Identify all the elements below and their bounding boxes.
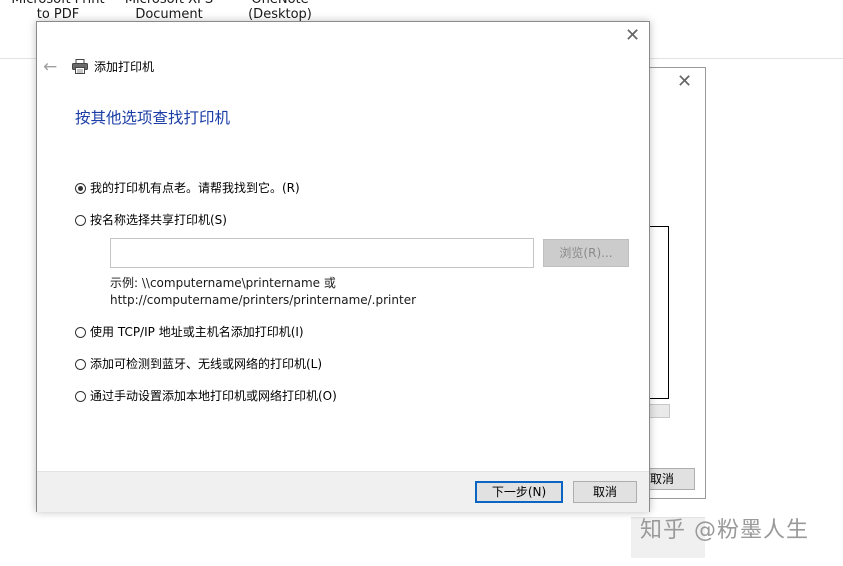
background-dialog-close-icon[interactable]: ✕ [677, 72, 692, 92]
browse-button[interactable]: 浏览(R)... [543, 239, 629, 267]
option-select-shared-printer[interactable]: 按名称选择共享打印机(S) [75, 212, 227, 228]
printer-icon [72, 59, 88, 78]
background-dialog-scrollbar [649, 404, 670, 418]
back-arrow-icon[interactable]: ← [43, 58, 57, 76]
radio-button-selected[interactable] [75, 182, 86, 194]
add-printer-dialog: ✕ ← 添加打印机 按其他选项查找打印机 我的打印机有点老。请帮我找到它。(R)… [36, 21, 650, 512]
cancel-button[interactable]: 取消 [573, 481, 637, 503]
radio-button[interactable] [75, 358, 86, 370]
printer-label-xps-document[interactable]: Microsoft XPS Document [120, 0, 218, 22]
radio-button[interactable] [75, 214, 86, 226]
option-label: 使用 TCP/IP 地址或主机名添加打印机(I) [90, 325, 304, 339]
printer-label-onenote[interactable]: OneNote (Desktop) [240, 0, 320, 22]
background-dialog-panel [649, 226, 669, 399]
option-add-by-tcpip[interactable]: 使用 TCP/IP 地址或主机名添加打印机(I) [75, 324, 304, 340]
example-text: 示例: \\computername\printername 或 http://… [110, 275, 416, 309]
radio-button[interactable] [75, 390, 86, 402]
example-line-1: 示例: \\computername\printername 或 [110, 276, 336, 290]
option-add-bluetooth-wireless-network[interactable]: 添加可检测到蓝牙、无线或网络的打印机(L) [75, 356, 322, 372]
shared-printer-name-input[interactable] [110, 238, 534, 268]
next-button[interactable]: 下一步(N) [475, 481, 563, 503]
printer-label-print-to-pdf[interactable]: Microsoft Print to PDF [10, 0, 106, 22]
option-label: 添加可检测到蓝牙、无线或网络的打印机(L) [90, 357, 323, 371]
option-printer-is-old[interactable]: 我的打印机有点老。请帮我找到它。(R) [75, 180, 300, 196]
option-label: 按名称选择共享打印机(S) [90, 213, 227, 227]
option-label: 通过手动设置添加本地打印机或网络打印机(O) [90, 389, 337, 403]
option-add-local-manual[interactable]: 通过手动设置添加本地打印机或网络打印机(O) [75, 388, 337, 404]
example-line-2: http://computername/printers/printername… [110, 293, 417, 307]
page-heading: 按其他选项查找打印机 [75, 109, 231, 127]
option-label: 我的打印机有点老。请帮我找到它。(R) [90, 181, 300, 195]
watermark: 知乎 @粉墨人生 [640, 518, 809, 543]
dialog-title: 添加打印机 [94, 60, 155, 74]
close-icon[interactable]: ✕ [625, 26, 640, 46]
radio-button[interactable] [75, 326, 86, 338]
